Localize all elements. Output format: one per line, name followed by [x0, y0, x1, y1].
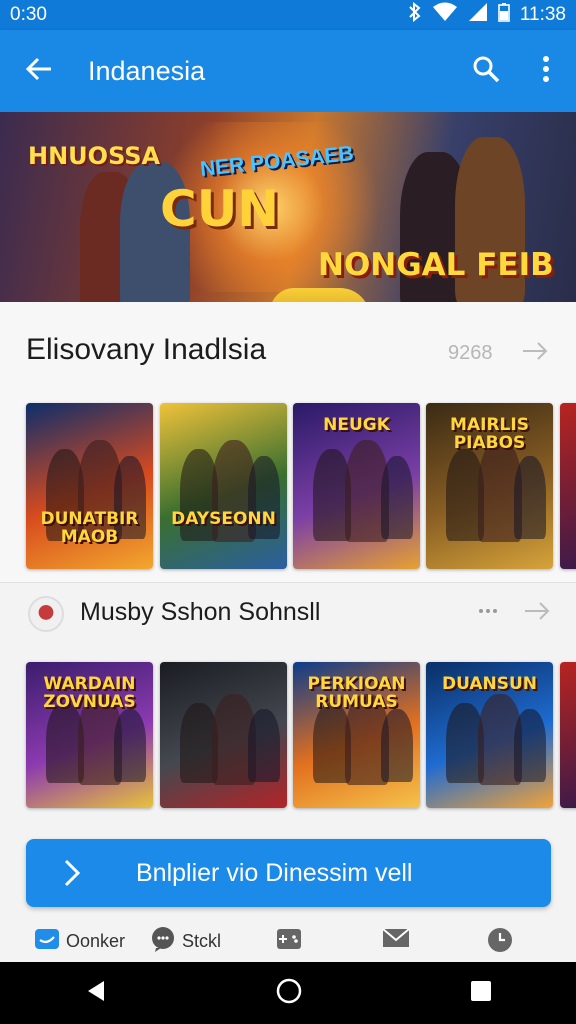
- avatar: [28, 596, 64, 632]
- game-card-title: DAYSEONN: [171, 509, 276, 529]
- game-card-title: NEUGK: [323, 415, 390, 435]
- game-card-title: DUANSUN: [441, 674, 538, 694]
- chat-square-icon: [34, 926, 60, 957]
- section-1-arrow-button[interactable]: [522, 341, 548, 367]
- signal-icon: [468, 2, 488, 28]
- game-card-title: DUNATBIR MAOB: [40, 509, 139, 547]
- arrow-right-icon: [522, 341, 548, 366]
- bottom-tab-bar: Oonker Stckl: [0, 920, 576, 962]
- tab-mail[interactable]: [382, 926, 410, 955]
- clock-icon: [486, 926, 514, 959]
- nav-home-button[interactable]: [275, 977, 303, 1010]
- section-divider: [0, 582, 576, 583]
- tab-oonker[interactable]: Oonker: [34, 926, 125, 957]
- nav-recents-button[interactable]: [470, 980, 492, 1007]
- search-icon: [472, 55, 500, 88]
- game-card[interactable]: NEUGK: [293, 403, 420, 569]
- tab-oonker-label: Oonker: [66, 931, 126, 951]
- tab-stckl[interactable]: Stckl: [150, 926, 221, 957]
- status-bar: 0:30 11:38: [0, 0, 576, 30]
- section-1-title: Elisovany Inadlsia: [26, 333, 267, 366]
- hero-title-top: HNUOSSA: [28, 142, 161, 170]
- system-nav-bar: [0, 962, 576, 1024]
- game-card-partial[interactable]: [560, 403, 576, 569]
- wifi-icon: [432, 2, 458, 28]
- section-2-title: Musby Sshon Sohnsll: [80, 598, 321, 626]
- game-card-character: [514, 708, 546, 782]
- speech-bubble-icon: [150, 926, 176, 957]
- nav-back-button[interactable]: [84, 979, 108, 1008]
- arrow-right-icon: [524, 601, 550, 626]
- arrow-back-icon: [25, 55, 53, 88]
- game-card-title: PERKIOAN RUMUAS: [307, 674, 406, 712]
- game-card[interactable]: MAIRLIS PIABOS: [426, 403, 553, 569]
- primary-action-button[interactable]: Bnlplier vio Dinessim vell: [26, 839, 551, 907]
- tab-stckl-label: Stckl: [182, 931, 222, 951]
- hero-banner[interactable]: HNUOSSA NER POASAEB CUN NONGAL FEIB: [0, 112, 576, 302]
- game-card-character: [248, 708, 280, 782]
- more-options-button[interactable]: [516, 30, 576, 112]
- tab-games[interactable]: [276, 926, 302, 957]
- battery-icon: [498, 2, 510, 28]
- game-card-partial[interactable]: [560, 662, 576, 808]
- page-title: Indanesia: [88, 55, 206, 86]
- primary-action-label: Bnlplier vio Dinessim vell: [136, 858, 413, 887]
- more-vert-icon: [542, 55, 550, 88]
- tab-history[interactable]: [486, 926, 514, 959]
- search-button[interactable]: [456, 30, 516, 112]
- game-card[interactable]: PERKIOAN RUMUAS: [293, 662, 420, 808]
- game-card-character: [114, 708, 146, 782]
- status-time-right: 11:38: [519, 4, 566, 25]
- bluetooth-icon: [408, 1, 422, 28]
- game-card-character: [381, 456, 413, 540]
- game-card[interactable]: DUANSUN: [426, 662, 553, 808]
- section-1-count: 9268: [448, 342, 493, 364]
- game-card-title: MAIRLIS PIABOS: [450, 415, 529, 453]
- more-horiz-icon[interactable]: [478, 601, 498, 626]
- gamepad-icon: [276, 926, 302, 957]
- back-button[interactable]: [0, 30, 78, 112]
- game-card[interactable]: DAYSEONN: [160, 403, 287, 569]
- game-card[interactable]: DUNATBIR MAOB: [26, 403, 153, 569]
- game-card-title: WARDAIN ZOVNUAS: [43, 674, 136, 712]
- game-card-character: [381, 708, 413, 782]
- hero-title-right: NONGAL FEIB: [318, 247, 554, 283]
- status-time-left: 0:30: [10, 4, 47, 25]
- app-bar: Indanesia: [0, 30, 576, 112]
- chevron-right-icon: [26, 858, 118, 888]
- hero-title-main: CUN: [160, 180, 280, 238]
- game-card-character: [514, 456, 546, 540]
- game-card[interactable]: WARDAIN ZOVNUAS: [26, 662, 153, 808]
- game-card[interactable]: [160, 662, 287, 808]
- mail-icon: [382, 926, 410, 955]
- section-2-arrow-button[interactable]: [524, 601, 550, 627]
